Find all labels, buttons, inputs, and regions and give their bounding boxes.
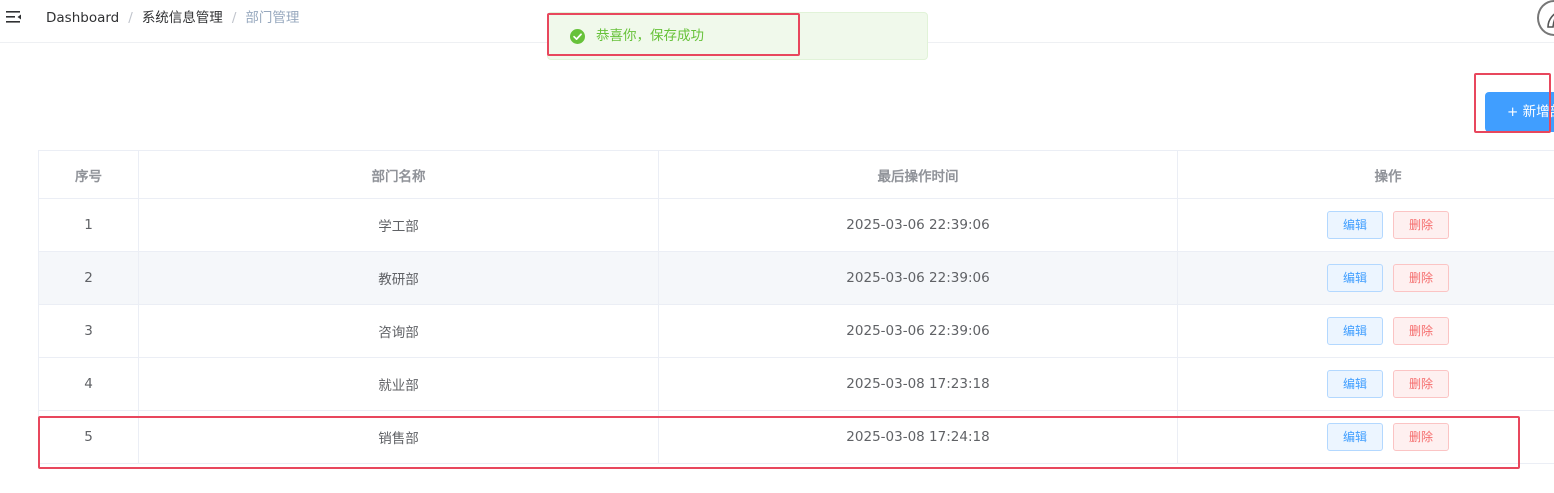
department-name: 教研部 bbox=[139, 252, 659, 304]
table-row: 5 销售部 2025-03-08 17:24:18 编辑 删除 bbox=[39, 411, 1554, 464]
edit-button[interactable]: 编辑 bbox=[1327, 264, 1383, 292]
action-buttons: 编辑 删除 bbox=[1327, 211, 1467, 239]
column-header-time: 最后操作时间 bbox=[659, 151, 1178, 198]
last-modified-time: 2025-03-06 22:39:06 bbox=[659, 199, 1178, 251]
breadcrumb-separator: / bbox=[231, 10, 237, 26]
row-index: 2 bbox=[39, 252, 139, 304]
row-index: 3 bbox=[39, 305, 139, 357]
breadcrumb-item-system[interactable]: 系统信息管理 bbox=[142, 10, 223, 26]
department-name: 咨询部 bbox=[139, 305, 659, 357]
row-actions: 编辑 删除 bbox=[1178, 252, 1554, 304]
table-header-row: 序号 部门名称 最后操作时间 操作 bbox=[39, 151, 1554, 199]
row-index: 5 bbox=[39, 411, 139, 463]
column-header-name: 部门名称 bbox=[139, 151, 659, 198]
last-modified-time: 2025-03-06 22:39:06 bbox=[659, 305, 1178, 357]
last-modified-time: 2025-03-08 17:24:18 bbox=[659, 411, 1178, 463]
action-buttons: 编辑 删除 bbox=[1327, 317, 1467, 345]
row-actions: 编辑 删除 bbox=[1178, 199, 1554, 251]
edit-button[interactable]: 编辑 bbox=[1327, 423, 1383, 451]
delete-button[interactable]: 删除 bbox=[1393, 370, 1449, 398]
delete-button[interactable]: 删除 bbox=[1393, 264, 1449, 292]
breadcrumb-item-current: 部门管理 bbox=[245, 10, 300, 26]
department-name: 销售部 bbox=[139, 411, 659, 463]
action-buttons: 编辑 删除 bbox=[1327, 370, 1467, 398]
edit-button[interactable]: 编辑 bbox=[1327, 370, 1383, 398]
hamburger-fold-icon[interactable] bbox=[6, 9, 22, 25]
action-buttons: 编辑 删除 bbox=[1327, 423, 1467, 451]
table-row: 3 咨询部 2025-03-06 22:39:06 编辑 删除 bbox=[39, 305, 1554, 358]
check-circle-icon bbox=[570, 29, 585, 44]
row-actions: 编辑 删除 bbox=[1178, 305, 1554, 357]
last-modified-time: 2025-03-08 17:23:18 bbox=[659, 358, 1178, 410]
table-row: 2 教研部 2025-03-06 22:39:06 编辑 删除 bbox=[39, 252, 1554, 305]
row-actions: 编辑 删除 bbox=[1178, 358, 1554, 410]
department-name: 学工部 bbox=[139, 199, 659, 251]
table-row: 4 就业部 2025-03-08 17:23:18 编辑 删除 bbox=[39, 358, 1554, 411]
breadcrumb: Dashboard / 系统信息管理 / 部门管理 bbox=[46, 9, 299, 27]
toast-message: 恭喜你，保存成功 bbox=[596, 28, 704, 44]
table-row: 1 学工部 2025-03-06 22:39:06 编辑 删除 bbox=[39, 199, 1554, 252]
breadcrumb-separator: / bbox=[128, 10, 133, 26]
edit-button[interactable]: 编辑 bbox=[1327, 211, 1383, 239]
last-modified-time: 2025-03-06 22:39:06 bbox=[659, 252, 1178, 304]
delete-button[interactable]: 删除 bbox=[1393, 317, 1449, 345]
column-header-actions: 操作 bbox=[1374, 168, 1402, 185]
row-actions: 编辑 删除 bbox=[1178, 411, 1554, 463]
edit-button[interactable]: 编辑 bbox=[1327, 317, 1383, 345]
department-table: 序号 部门名称 最后操作时间 操作 1 学工部 2025-03-06 22:39… bbox=[38, 150, 1554, 464]
breadcrumb-item-dashboard[interactable]: Dashboard bbox=[46, 10, 119, 26]
delete-button[interactable]: 删除 bbox=[1393, 423, 1449, 451]
row-index: 1 bbox=[39, 199, 139, 251]
department-name: 就业部 bbox=[139, 358, 659, 410]
row-index: 4 bbox=[39, 358, 139, 410]
avatar[interactable] bbox=[1537, 0, 1554, 36]
column-header-index: 序号 bbox=[39, 151, 139, 198]
add-department-button[interactable]: + 新增部 bbox=[1485, 92, 1554, 132]
success-toast: 恭喜你，保存成功 bbox=[547, 12, 928, 60]
delete-button[interactable]: 删除 bbox=[1393, 211, 1449, 239]
action-buttons: 编辑 删除 bbox=[1327, 264, 1467, 292]
page: Dashboard / 系统信息管理 / 部门管理 恭喜你，保存成功 + 新增部 序号 … bbox=[0, 0, 1554, 493]
